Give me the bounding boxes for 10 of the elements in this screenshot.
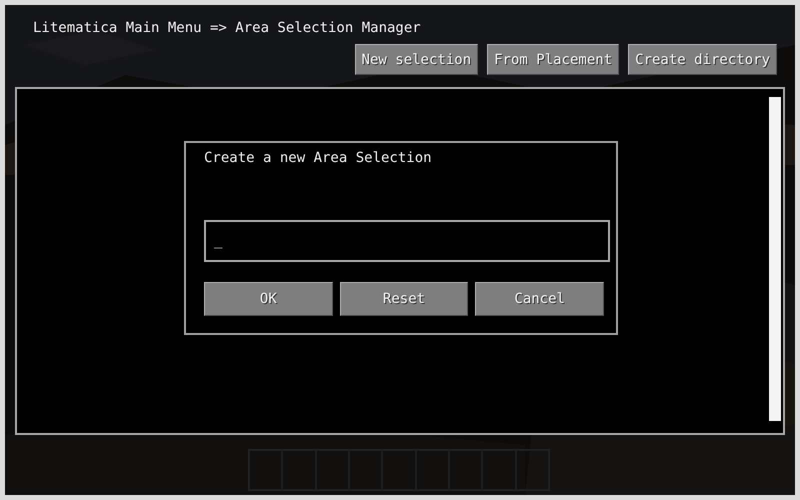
toolbar-button[interactable]: From Placement (487, 44, 620, 75)
dialog-button[interactable]: OK (204, 282, 333, 316)
toolbar-button[interactable]: New selection (354, 44, 478, 75)
dialog-title: Create a new Area Selection (204, 149, 433, 168)
dialog-button[interactable]: Cancel (475, 282, 604, 316)
screen-title: Litematica Main Menu => Area Selection Manager (33, 19, 422, 37)
toolbar-button[interactable]: Create directory (628, 44, 777, 75)
dialog-button[interactable]: Reset (340, 282, 468, 316)
name-input-field[interactable]: _ (204, 220, 610, 262)
scrollbar[interactable] (769, 97, 781, 421)
